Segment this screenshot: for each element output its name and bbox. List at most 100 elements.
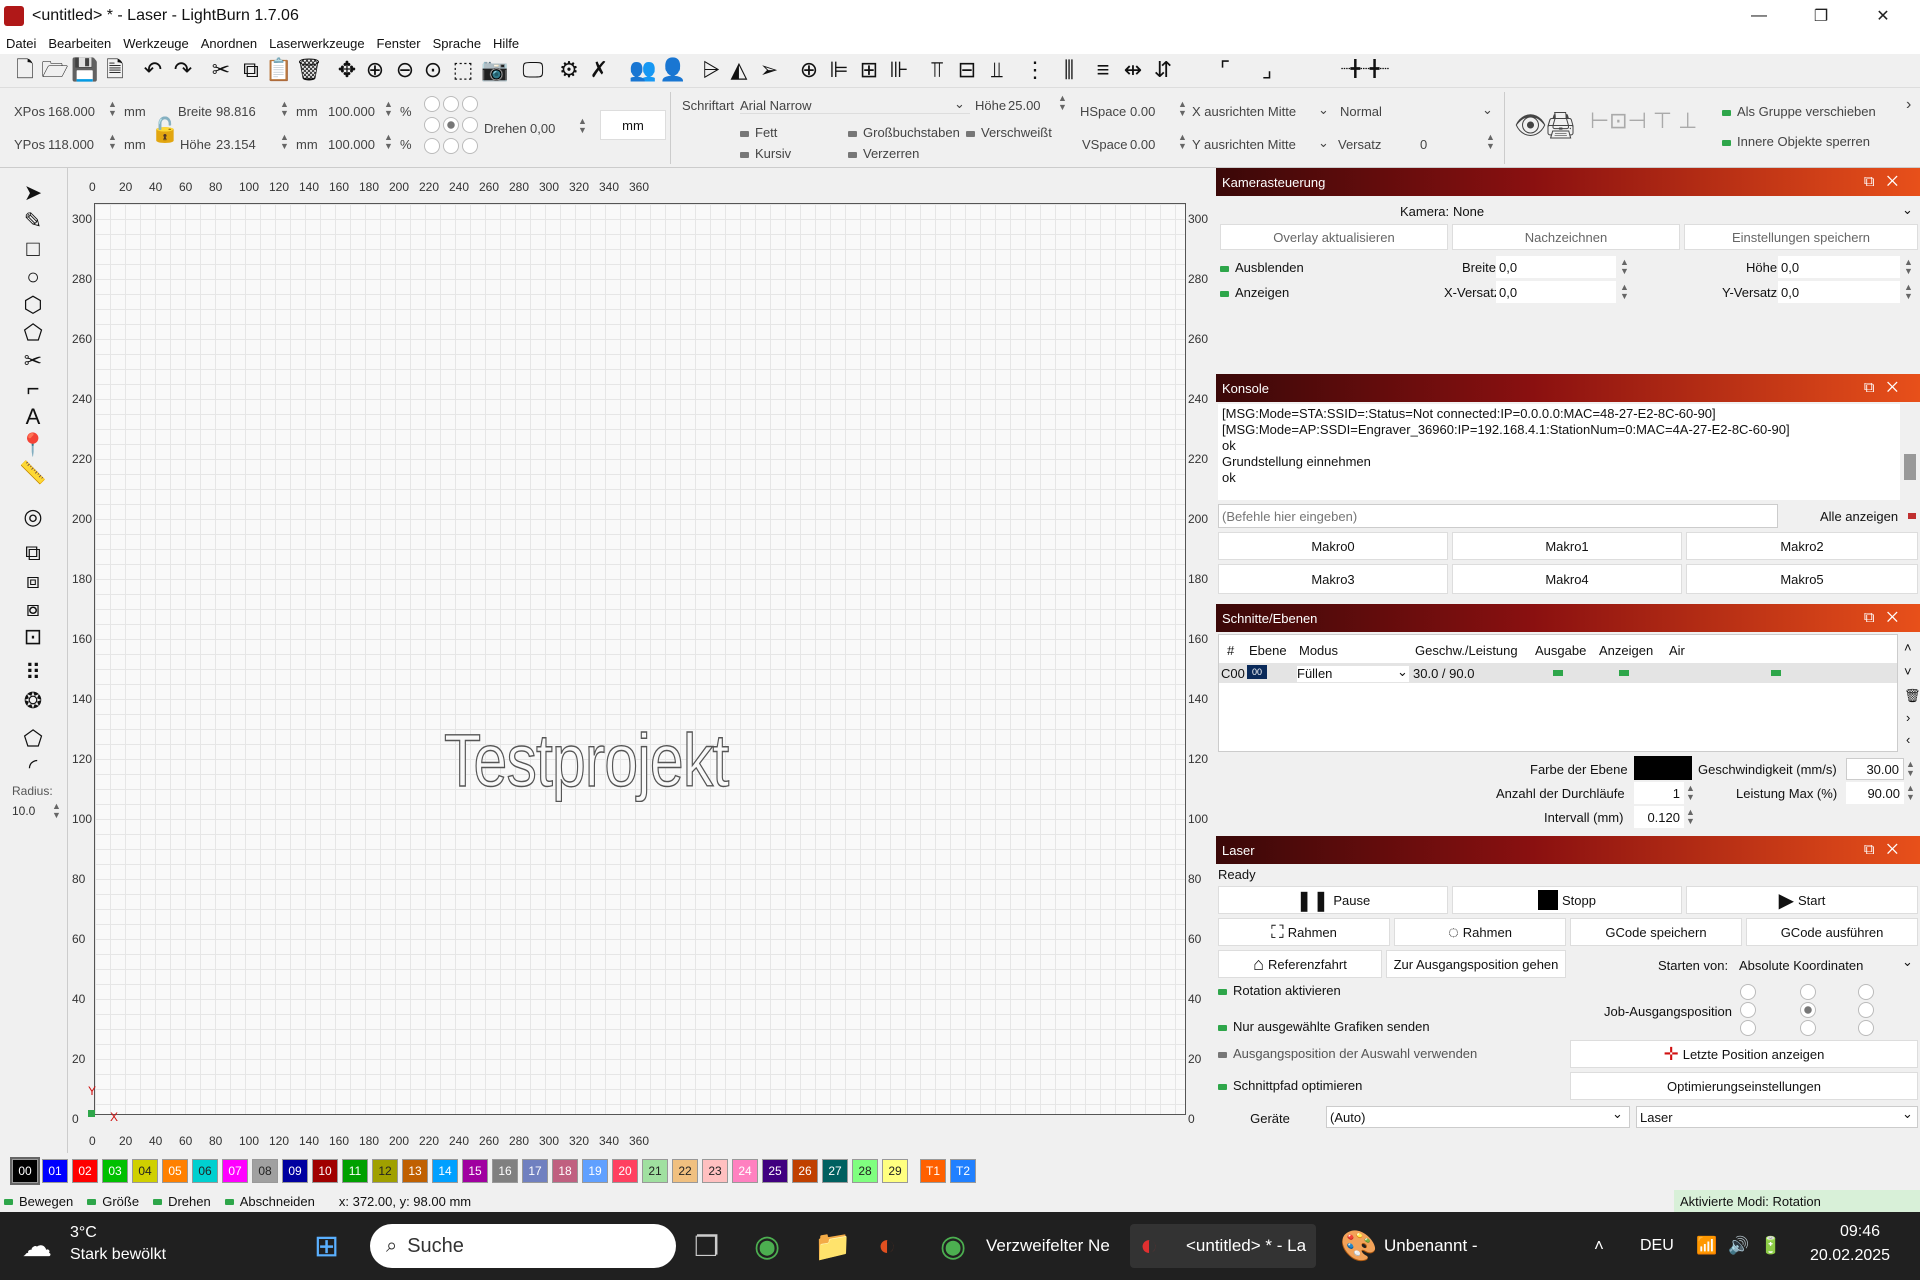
chrome-window-icon[interactable]: ◉ <box>940 1224 966 1268</box>
weather-cloud-icon[interactable]: ☁ <box>22 1224 52 1268</box>
palette-swatch-27[interactable]: 27 <box>822 1159 848 1183</box>
output-toggle[interactable] <box>1553 670 1563 676</box>
passes-field[interactable]: 1 <box>1634 782 1684 804</box>
job-origin-radio[interactable] <box>1858 1020 1874 1036</box>
align-middle-icon[interactable]: ⊟ <box>954 57 980 83</box>
bold-checkbox[interactable] <box>740 130 749 137</box>
align-bottom-icon[interactable]: ⫫ <box>984 57 1010 83</box>
monitor-icon[interactable]: 🖵 <box>520 57 546 83</box>
italic-checkbox[interactable] <box>740 151 749 158</box>
palette-swatch-09[interactable]: 09 <box>282 1159 308 1183</box>
cam-yoff-spin-icon[interactable]: ▲ ▼ <box>1904 283 1913 301</box>
row-mode-select[interactable]: Füllen <box>1297 666 1409 682</box>
palette-swatch-17[interactable]: 17 <box>522 1159 548 1183</box>
welded-checkbox[interactable] <box>966 130 975 137</box>
delete-layer-icon[interactable]: 🗑 <box>1904 688 1920 704</box>
goto-origin-button[interactable]: Zur Ausgangsposition gehen <box>1386 950 1566 978</box>
polygon-icon[interactable]: ⬡ <box>18 292 48 318</box>
align-top-icon[interactable]: ⫪ <box>924 57 950 83</box>
cam-yoff-field[interactable]: 0,0 <box>1778 281 1900 303</box>
job-origin-radio[interactable] <box>1858 1002 1874 1018</box>
ungroup-icon[interactable]: 👤 <box>659 57 686 83</box>
clip-mode-checkbox[interactable] <box>224 1199 234 1206</box>
settings-gear-icon[interactable]: ⚙ <box>556 57 582 83</box>
boolean-union-icon[interactable]: ⧉ <box>18 540 48 566</box>
origin-radio[interactable] <box>462 138 478 154</box>
cam-height-spin-icon[interactable]: ▲ ▼ <box>1904 258 1913 276</box>
mode-dropdown-icon[interactable]: ⌄ <box>1397 664 1408 680</box>
panel-float-close-icon[interactable]: ⧉✕ <box>1864 173 1910 190</box>
move-up-icon[interactable]: ˄ <box>1904 640 1912 655</box>
power-field[interactable]: 90.00 <box>1846 782 1904 804</box>
next-icon[interactable]: › <box>1906 710 1910 725</box>
cam-width-spin-icon[interactable]: ▲ ▼ <box>1620 258 1629 276</box>
job-origin-radio-selected[interactable] <box>1800 1002 1816 1018</box>
vspace-field[interactable]: 0.00 <box>1130 137 1155 152</box>
delete-icon[interactable]: 🗑 <box>295 57 323 83</box>
menu-werkzeuge[interactable]: Werkzeuge <box>117 36 195 51</box>
rectangle-icon[interactable]: □ <box>18 236 48 262</box>
camera-dropdown-icon[interactable]: ⌄ <box>1902 202 1913 218</box>
lightburn-window-title[interactable]: <untitled> * - La <box>1186 1224 1306 1268</box>
start-from-select[interactable]: Absolute Koordinaten <box>1736 954 1918 976</box>
move-down-icon[interactable]: ˅ <box>1904 664 1912 679</box>
search-box[interactable]: ⌕ Suche <box>370 1224 676 1268</box>
table-row[interactable]: C00 00 Füllen ⌄ 30.0 / 90.0 <box>1219 663 1897 683</box>
measure-ruler-icon[interactable]: 📏 <box>18 460 48 486</box>
corner-round-icon[interactable]: ⬠ <box>18 726 48 752</box>
rotate-spin-icon[interactable]: ▲ ▼ <box>578 117 587 135</box>
move-as-group-checkbox[interactable] <box>1722 109 1731 116</box>
send-selected-checkbox[interactable] <box>1218 1024 1227 1031</box>
move-mode-checkbox[interactable] <box>4 1199 13 1206</box>
port-dropdown-icon[interactable]: ⌄ <box>1612 1106 1623 1122</box>
start-button[interactable]: ▶ Start <box>1686 886 1918 914</box>
cam-xoff-spin-icon[interactable]: ▲ ▼ <box>1620 283 1629 301</box>
scale-y-spin-icon[interactable]: ▲ ▼ <box>384 133 393 151</box>
scale-y-field[interactable]: 100.000 <box>328 137 375 152</box>
file-explorer-icon[interactable]: 📁 <box>814 1224 851 1268</box>
job-origin-radio[interactable] <box>1800 1020 1816 1036</box>
overlay-update-button[interactable]: Overlay aktualisieren <box>1220 224 1448 250</box>
edit-nodes-icon[interactable]: ⬠ <box>18 320 48 346</box>
windows-start-icon[interactable]: ⊞ <box>314 1224 339 1268</box>
mirror-v-icon[interactable]: ◭ <box>726 57 752 83</box>
frame-circle-button[interactable]: ◌ Rahmen <box>1394 918 1566 946</box>
distribute-h-icon[interactable]: ⫼ <box>1056 57 1082 83</box>
palette-swatch-16[interactable]: 16 <box>492 1159 518 1183</box>
palette-swatch-24[interactable]: 24 <box>732 1159 758 1183</box>
palette-swatch-19[interactable]: 19 <box>582 1159 608 1183</box>
rotate-field[interactable]: 0,00 <box>530 121 555 136</box>
scale-x-spin-icon[interactable]: ▲ ▼ <box>384 100 393 118</box>
job-origin-radio[interactable] <box>1800 984 1816 1000</box>
hide-checkbox[interactable] <box>1220 265 1229 272</box>
zoom-out-icon[interactable]: ⊖ <box>392 57 418 83</box>
pause-button[interactable]: ❚❚ Pause <box>1218 886 1448 914</box>
palette-swatch-12[interactable]: 12 <box>372 1159 398 1183</box>
height-field[interactable]: 23.154 <box>216 137 256 152</box>
macro0-button[interactable]: Makro0 <box>1218 532 1448 560</box>
weld-icon[interactable]: ⊡ <box>18 624 48 650</box>
rotary-checkbox[interactable] <box>1218 988 1227 995</box>
select-arrow-icon[interactable]: ➤ <box>18 180 48 206</box>
save-gcode-button[interactable]: GCode speichern <box>1570 918 1742 946</box>
cam-xoff-field[interactable]: 0,0 <box>1496 281 1616 303</box>
run-gcode-button[interactable]: GCode ausführen <box>1746 918 1918 946</box>
palette-swatch-08[interactable]: 08 <box>252 1159 278 1183</box>
optimize-path-checkbox[interactable] <box>1218 1083 1227 1090</box>
prev-icon[interactable]: ‹ <box>1906 732 1910 747</box>
origin-radio[interactable] <box>462 117 478 133</box>
undo-icon[interactable]: ↶ <box>140 57 166 83</box>
text-height-spin-icon[interactable]: ▲ ▼ <box>1058 94 1067 112</box>
last-position-button[interactable]: ✛ Letzte Position anzeigen <box>1570 1040 1918 1068</box>
home-button[interactable]: ⌂ Referenzfahrt <box>1218 950 1382 978</box>
units-mm-button[interactable]: mm <box>600 110 666 140</box>
menu-laserwerkzeuge[interactable]: Laserwerkzeuge <box>263 36 370 51</box>
menu-fenster[interactable]: Fenster <box>371 36 427 51</box>
menu-datei[interactable]: Datei <box>0 36 42 51</box>
zoom-fit-icon[interactable]: ⊙ <box>420 57 446 83</box>
palette-swatch-18[interactable]: 18 <box>552 1159 578 1183</box>
port-select[interactable]: (Auto) <box>1326 1106 1630 1128</box>
use-selection-origin-checkbox[interactable] <box>1218 1051 1227 1058</box>
close-button[interactable]: ✕ <box>1852 0 1914 32</box>
text-mode-select[interactable]: Normal <box>1340 104 1495 119</box>
